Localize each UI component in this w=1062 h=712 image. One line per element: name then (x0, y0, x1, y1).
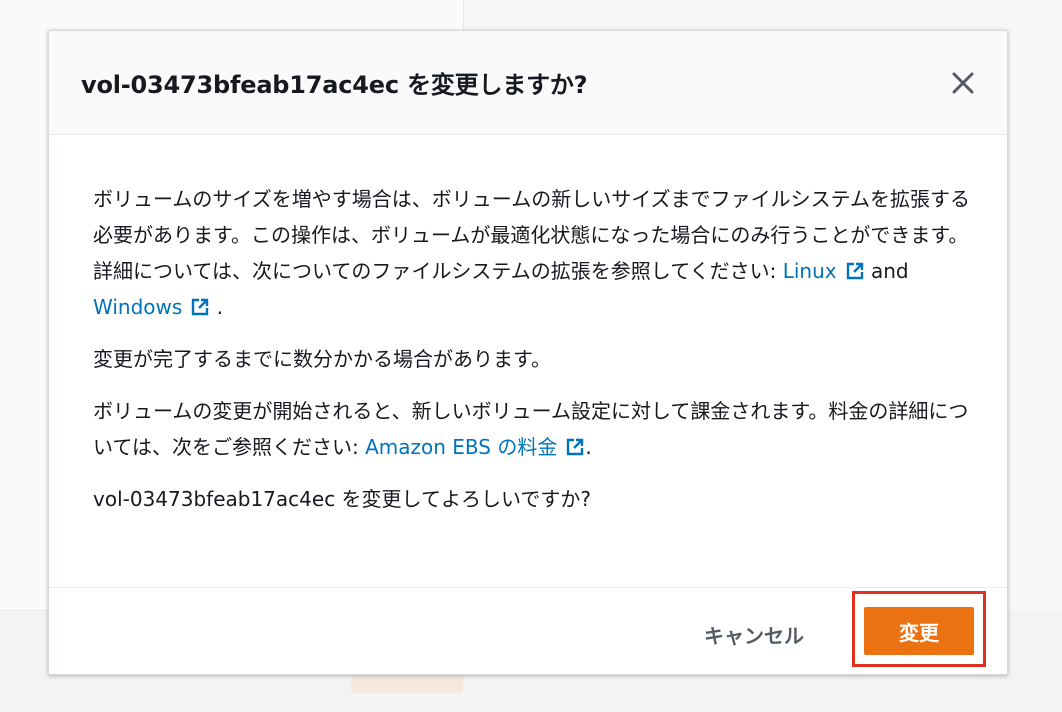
ebs-pricing-link[interactable]: Amazon EBS の料金 (365, 435, 585, 459)
duration-note: 変更が完了するまでに数分かかる場合があります。 (93, 347, 551, 371)
close-icon (952, 72, 974, 94)
modify-volume-dialog: vol-03473bfeab17ac4ec を変更しますか? ボリュームのサイズ… (48, 30, 1008, 675)
filesystem-extend-paragraph: ボリュームのサイズを増やす場合は、ボリュームの新しいサイズまでファイルシステムを… (93, 181, 973, 325)
modify-button[interactable]: 変更 (864, 607, 974, 655)
linux-link[interactable]: Linux (783, 259, 865, 283)
period-text: . (210, 295, 223, 319)
external-link-icon (192, 298, 209, 316)
dialog-body: ボリュームのサイズを増やす場合は、ボリュームの新しいサイズまでファイルシステムを… (93, 181, 973, 533)
period-text: . (585, 435, 592, 459)
dialog-title: vol-03473bfeab17ac4ec を変更しますか? (81, 71, 588, 99)
highlight-box: 変更 (852, 591, 986, 667)
confirm-question: vol-03473bfeab17ac4ec を変更してよろしいですか? (93, 487, 591, 511)
cancel-button[interactable]: キャンセル (689, 614, 819, 654)
dialog-header: vol-03473bfeab17ac4ec を変更しますか? (49, 31, 1007, 135)
windows-link[interactable]: Windows (93, 295, 210, 319)
and-text: and (864, 259, 909, 283)
external-link-icon (567, 438, 584, 456)
close-button[interactable] (947, 67, 979, 99)
external-link-icon (846, 262, 863, 280)
dialog-footer: キャンセル 変更 (49, 587, 1007, 676)
billing-paragraph: ボリュームの変更が開始されると、新しいボリューム設定に対して課金されます。料金の… (93, 393, 973, 465)
